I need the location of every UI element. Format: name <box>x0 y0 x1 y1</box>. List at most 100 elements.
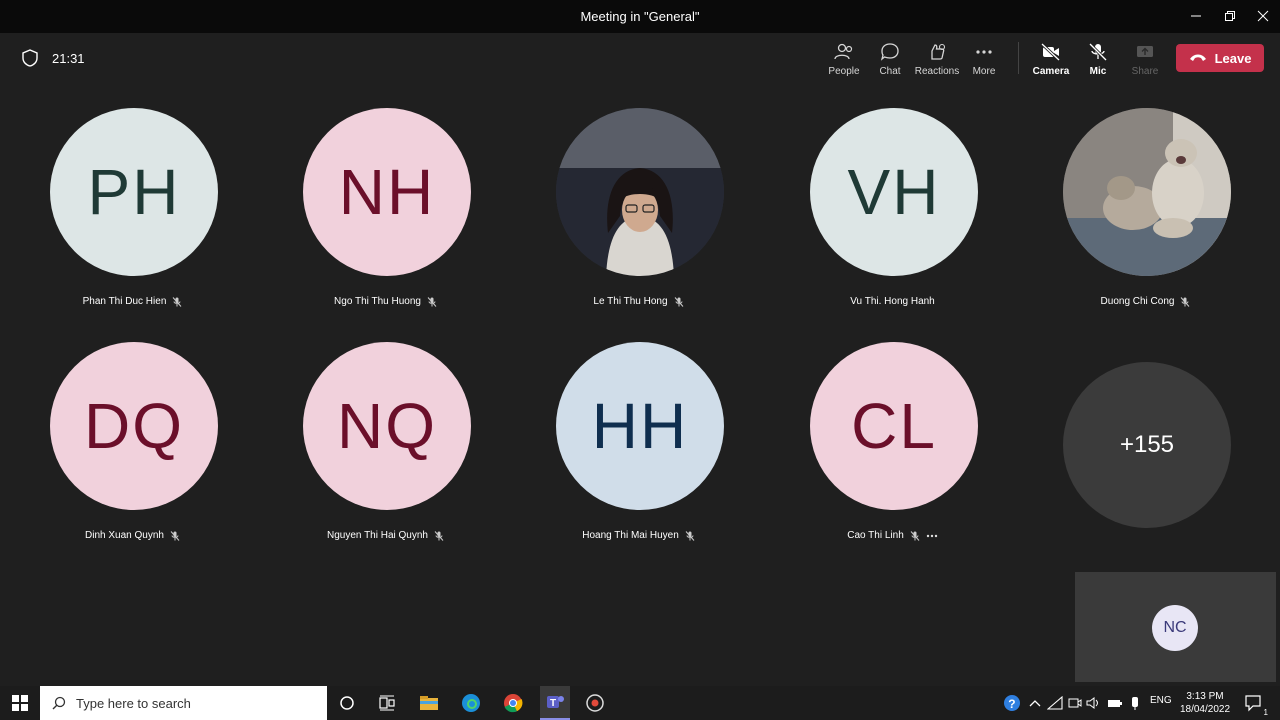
participant-name-label: Dinh Xuan Quynh <box>85 530 164 541</box>
teams-button[interactable]: T <box>540 686 570 720</box>
help-tray-button[interactable]: ? <box>1001 693 1023 713</box>
minimize-button[interactable] <box>1186 6 1206 26</box>
start-button[interactable] <box>0 686 40 720</box>
clock-date: 18/04/2022 <box>1179 704 1231 715</box>
restore-icon <box>1225 11 1235 21</box>
participant-name-label: Nguyen Thi Hai Quynh <box>327 530 428 541</box>
more-participants-count: +155 <box>1119 431 1175 458</box>
avatar-initials: CL <box>851 390 937 462</box>
more-icon <box>976 50 992 54</box>
muted-mic-icon <box>434 530 444 541</box>
shield-icon <box>22 49 38 67</box>
avatar-cao-thi-linh[interactable]: CL <box>810 342 978 510</box>
battery-icon <box>1108 700 1122 707</box>
action-center-button[interactable]: 1 <box>1243 693 1268 717</box>
mic-off-icon <box>1088 43 1108 61</box>
camera-button[interactable]: Camera <box>1026 43 1076 77</box>
avatar-ngo-thi-thu-huong[interactable]: NH <box>303 108 471 276</box>
restore-button[interactable] <box>1220 6 1240 26</box>
avatar-nguyen-thi-hai-quynh[interactable]: NQ <box>303 342 471 510</box>
file-explorer-button[interactable] <box>418 693 440 713</box>
avatar-initials: HH <box>591 390 689 462</box>
avatar-initials: NH <box>338 156 436 228</box>
reactions-button[interactable]: Reactions <box>912 43 962 77</box>
taskbar-search-box[interactable]: Type here to search <box>40 686 327 720</box>
windows-taskbar: Type here to search T ? ENG 3:13 PM 18/0… <box>0 686 1280 720</box>
wifi-icon <box>1047 696 1063 710</box>
more-button[interactable]: More <box>959 43 1009 77</box>
muted-mic-icon <box>674 296 683 307</box>
avatar-dinh-xuan-quynh[interactable]: DQ <box>50 342 218 510</box>
participant-name-label: Vu Thi. Hong Hanh <box>850 296 935 307</box>
leave-button[interactable]: Leave <box>1176 44 1264 72</box>
camera-off-icon <box>1041 43 1061 61</box>
close-button[interactable] <box>1253 6 1273 26</box>
muted-mic-icon <box>427 296 437 307</box>
hang-up-icon <box>1189 54 1206 61</box>
camera-label: Camera <box>1032 66 1070 77</box>
avatar-initials: NQ <box>337 390 437 462</box>
chat-icon <box>880 43 899 61</box>
participant-name: Vu Thi. Hong Hanh <box>766 296 1019 307</box>
participant-name: Cao Thi Linh <box>766 530 1019 541</box>
self-view[interactable]: NC <box>1075 572 1276 682</box>
show-hidden-icons-button[interactable] <box>1024 693 1046 713</box>
avatar-hoang-thi-mai-huyen[interactable]: HH <box>556 342 724 510</box>
muted-mic-icon <box>910 530 920 541</box>
more-participants-tile[interactable]: +155 <box>1063 362 1231 528</box>
self-avatar: NC <box>1152 605 1198 651</box>
record-app-button[interactable] <box>584 693 606 713</box>
network-tray-button[interactable] <box>1044 693 1066 713</box>
muted-mic-icon <box>1181 296 1190 307</box>
edge-button[interactable] <box>460 693 482 713</box>
input-language[interactable]: ENG <box>1150 695 1172 706</box>
task-view-icon <box>379 695 395 711</box>
people-label: People <box>828 66 860 77</box>
more-label: More <box>972 66 996 77</box>
avatar-duong-chi-cong[interactable] <box>1063 108 1231 276</box>
task-view-button[interactable] <box>376 693 398 713</box>
input-tray-button[interactable] <box>1124 693 1146 713</box>
window-titlebar: Meeting in "General" <box>0 0 1280 33</box>
chrome-button[interactable] <box>502 693 524 713</box>
avatar-vu-thi-hong-hanh[interactable]: VH <box>810 108 978 276</box>
elapsed-time: 21:31 <box>52 50 85 66</box>
teams-icon: T <box>547 696 564 709</box>
avatar-phan-thi-duc-hien[interactable]: PH <box>50 108 218 276</box>
volume-tray-button[interactable] <box>1082 693 1104 713</box>
people-icon <box>834 43 853 60</box>
notification-icon <box>1245 695 1261 712</box>
close-icon <box>1257 10 1269 22</box>
search-icon <box>52 696 66 710</box>
share-label: Share <box>1131 66 1159 77</box>
reactions-icon <box>931 43 946 60</box>
svg-text:T: T <box>550 698 556 709</box>
battery-tray-button[interactable] <box>1104 693 1126 713</box>
participant-name: Dinh Xuan Quynh <box>6 530 259 541</box>
window-title: Meeting in "General" <box>580 9 700 24</box>
avatar-initials: PH <box>87 156 181 228</box>
cat-profile-image <box>1063 108 1231 276</box>
clock-time: 3:13 PM <box>1186 691 1224 702</box>
share-button[interactable]: Share <box>1120 43 1170 77</box>
mic-button[interactable]: Mic <box>1073 43 1123 77</box>
help-icon: ? <box>1004 695 1020 711</box>
participant-name: Nguyen Thi Hai Quynh <box>259 530 512 541</box>
folder-icon <box>420 696 438 710</box>
toolbar-divider <box>1018 42 1019 74</box>
minimize-icon <box>1191 15 1201 17</box>
taskbar-clock[interactable]: 3:13 PM 18/04/2022 <box>1178 690 1232 716</box>
meeting-timer: 21:31 <box>22 49 85 67</box>
chat-button[interactable]: Chat <box>865 43 915 77</box>
people-button[interactable]: People <box>819 43 869 77</box>
participant-name: Le Thi Thu Hong <box>512 296 765 307</box>
cortana-button[interactable] <box>336 693 358 713</box>
participant-options-icon[interactable] <box>926 531 938 541</box>
video-le-thi-thu-hong[interactable] <box>556 108 724 276</box>
participant-name: Duong Chi Cong <box>1019 296 1272 307</box>
participant-name-label: Cao Thi Linh <box>847 530 904 541</box>
leave-label: Leave <box>1214 50 1252 66</box>
participant-name-label: Hoang Thi Mai Huyen <box>582 530 679 541</box>
participant-name-label: Ngo Thi Thu Huong <box>334 296 421 307</box>
mic-label: Mic <box>1089 66 1107 77</box>
